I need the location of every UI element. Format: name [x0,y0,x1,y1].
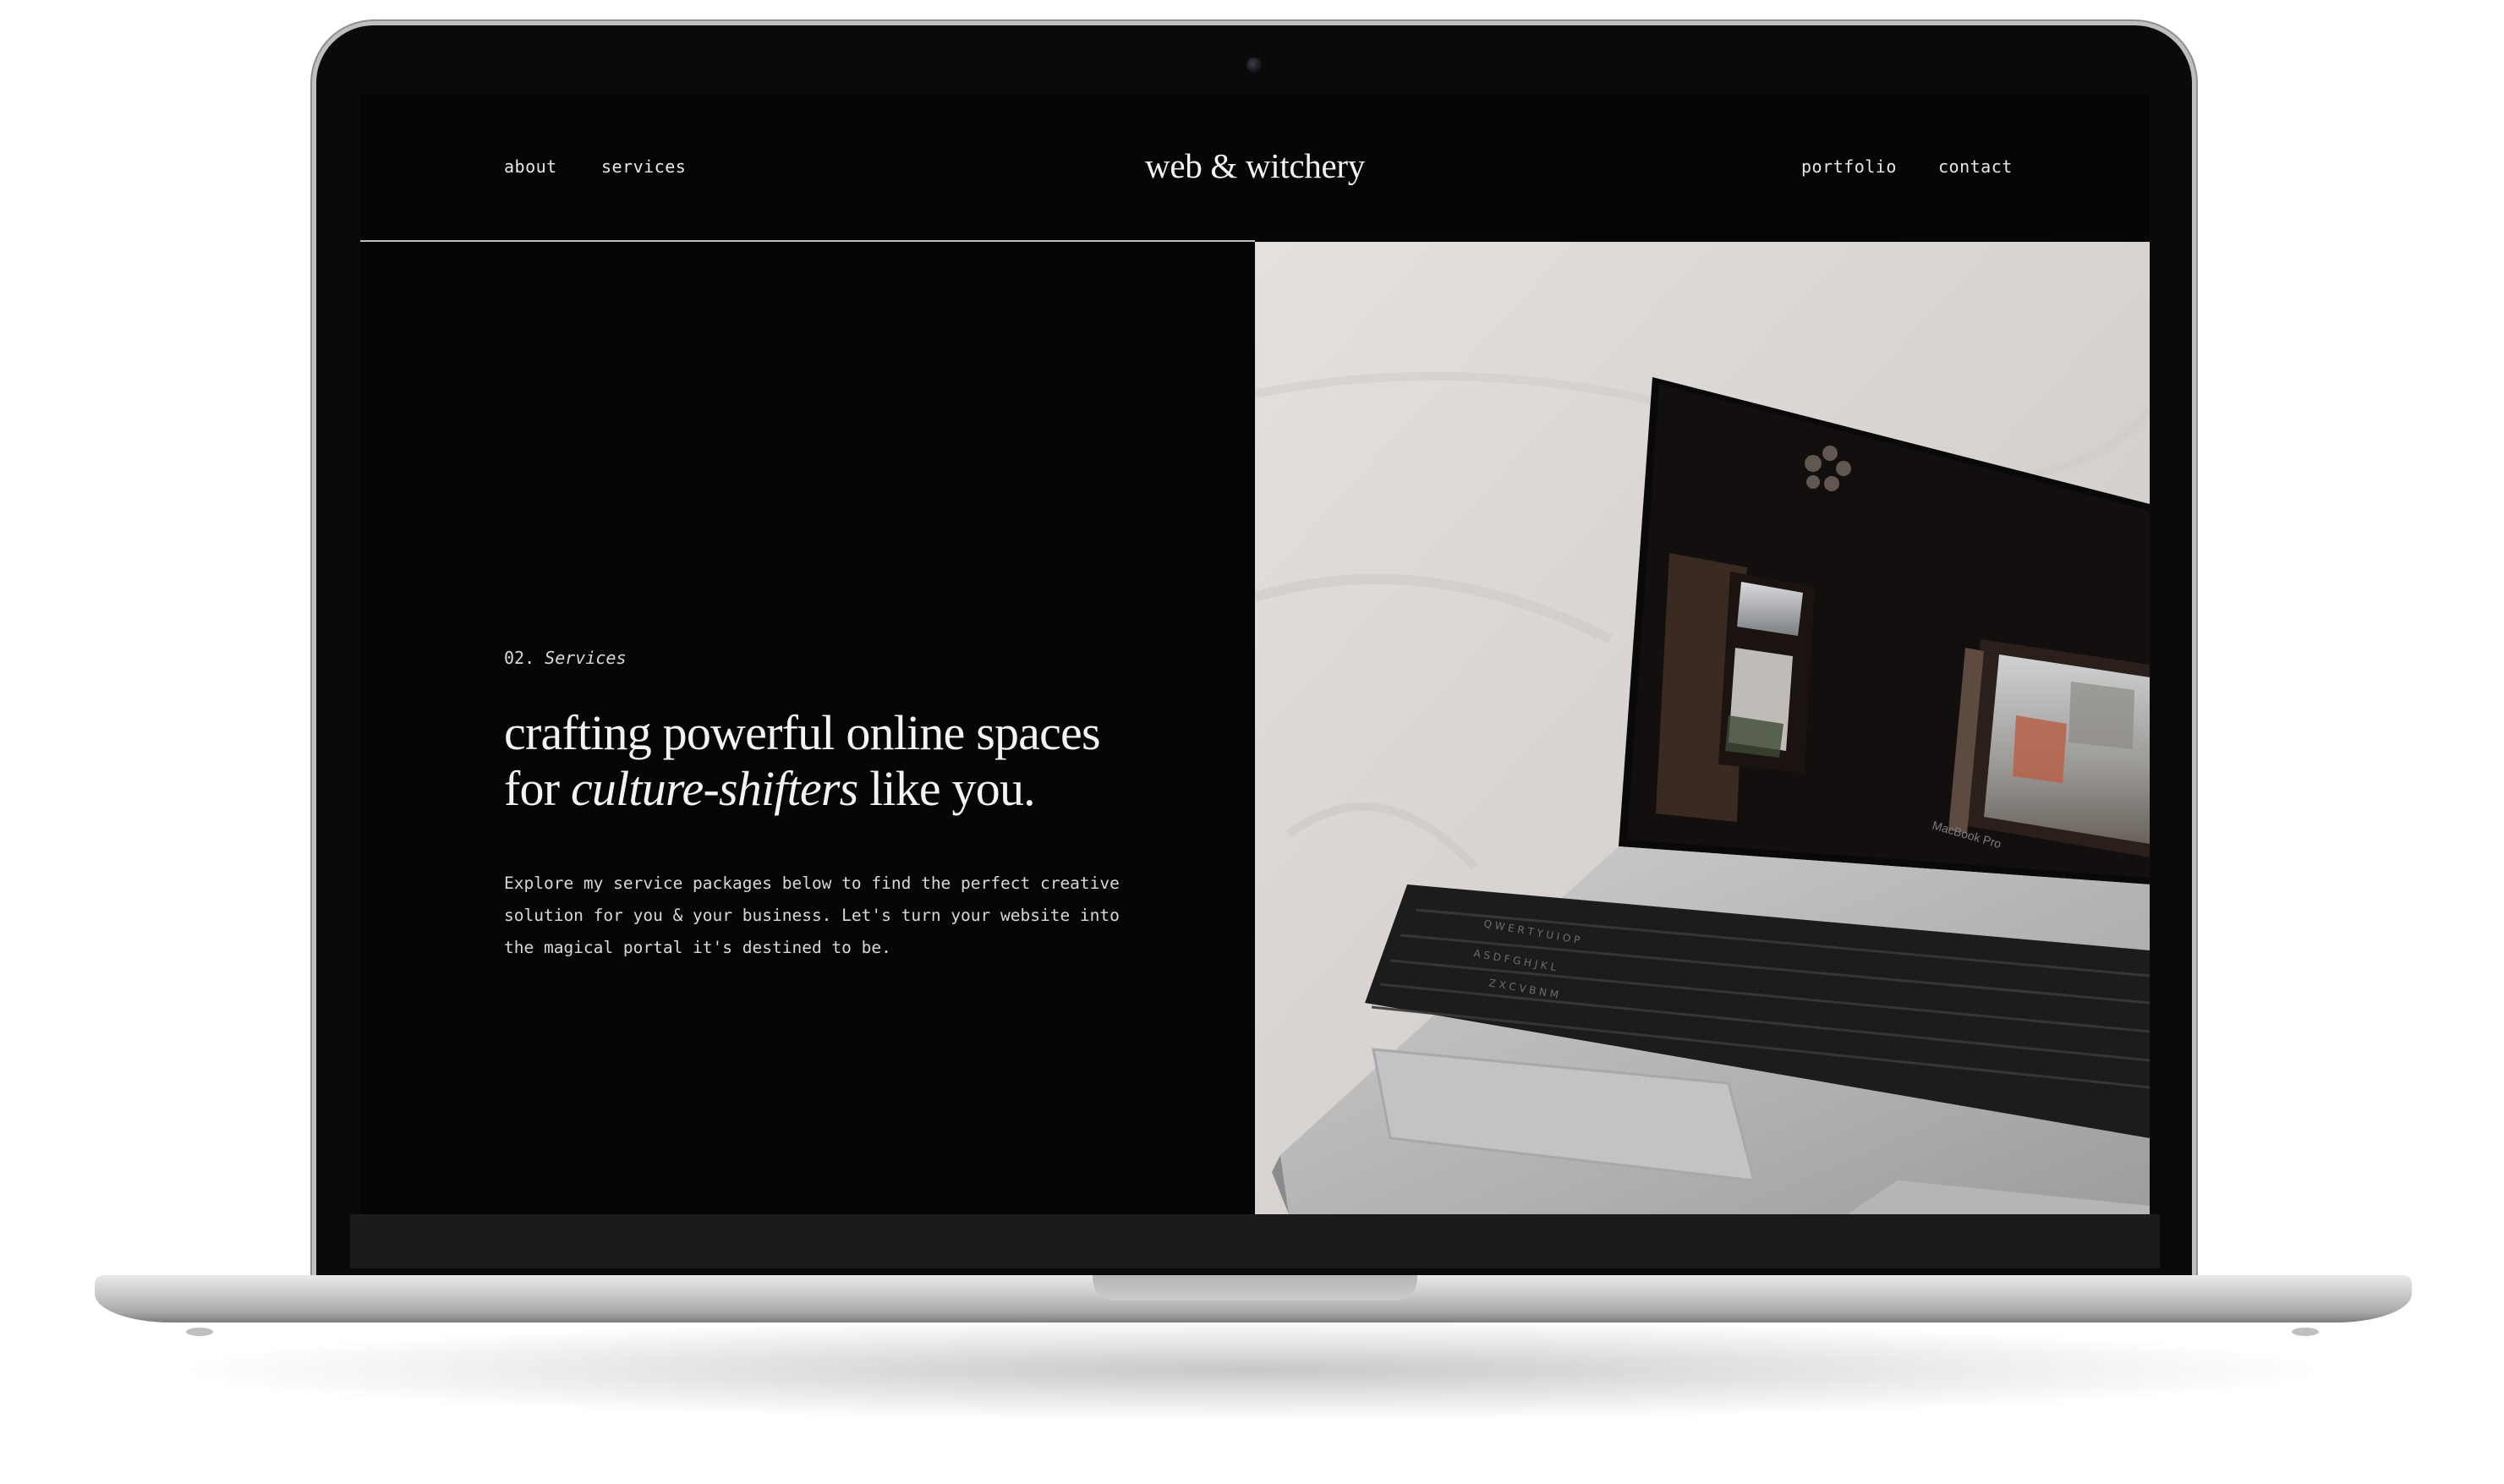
laptop-foot [186,1328,213,1336]
hero-photo: MacBook Pro Q W E R T Y U I O P A S D F … [1255,242,2150,1214]
hero-description: Explore my service packages below to fin… [504,873,1120,957]
headline-for: for [504,761,571,816]
headline-line-1: crafting powerful online spaces [504,705,1101,760]
webcam-icon [1247,57,1262,73]
screen-bottom-bezel [350,1214,2160,1268]
section-label: 02. Services [504,648,627,668]
device-shadow [186,1319,2317,1421]
nav-link-contact[interactable]: contact [1938,156,2013,177]
site-header: about services web & witchery portfolio … [360,95,2150,240]
hero-headline: crafting powerful online spaces for cult… [504,705,1197,817]
website-screen: about services web & witchery portfolio … [360,95,2150,1214]
section-number: 02. [504,648,535,668]
laptop-opening-notch [1093,1275,1417,1301]
headline-italic: culture-shifters [570,761,858,816]
header-divider [360,240,1255,242]
laptop-foot [2292,1328,2319,1336]
section-title: Services [545,648,627,668]
nav-link-portfolio[interactable]: portfolio [1801,156,1897,177]
headline-end: like you. [857,761,1036,816]
